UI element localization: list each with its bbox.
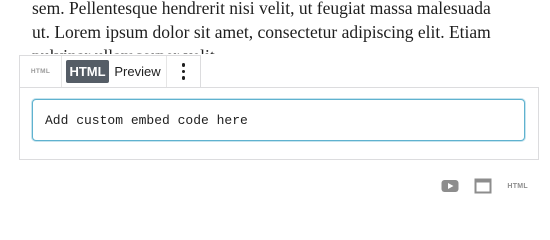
preview-tab-button[interactable]: Preview [109,56,167,87]
html-tab-button[interactable]: HTML [66,60,109,83]
custom-embed-code-input[interactable] [32,99,525,141]
paragraph-block[interactable]: sem. Pellentesque hendrerit nisi velit, … [32,0,532,54]
paragraph-line: ut. Lorem ipsum dolor sit amet, consecte… [32,22,491,42]
block-toolbar: HTML HTML Preview [19,55,201,88]
youtube-icon[interactable] [441,179,459,193]
window-icon[interactable] [474,178,492,194]
vertical-ellipsis-icon [181,63,186,80]
inserter-shortcuts: HTML [441,178,528,194]
block-type-html-icon[interactable]: HTML [20,56,62,87]
more-options-button[interactable] [167,56,200,87]
html-icon[interactable]: HTML [507,183,528,190]
paragraph-line: sem. Pellentesque hendrerit nisi velit, … [32,0,491,18]
paragraph-line: pulvinar ullamcorper velit. [32,44,532,54]
